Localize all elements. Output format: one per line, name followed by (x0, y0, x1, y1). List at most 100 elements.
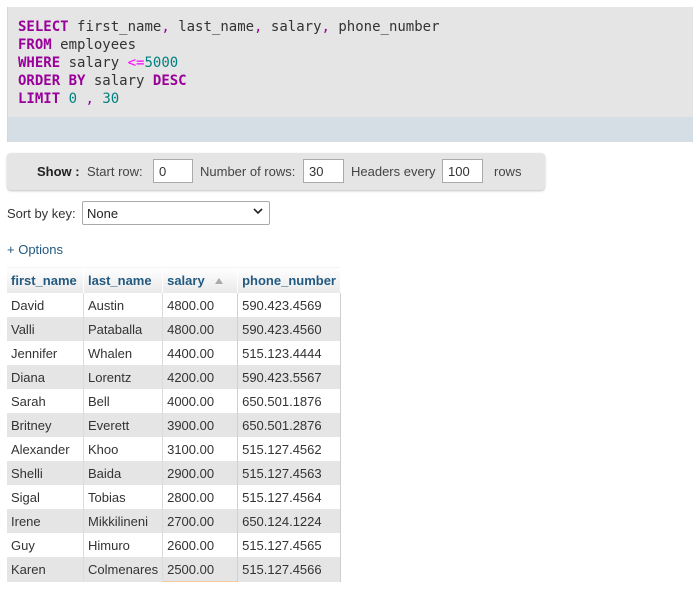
cell-first-name[interactable]: Irene (7, 509, 84, 533)
cell-last-name[interactable]: Pataballa (83, 317, 164, 341)
cell-salary[interactable]: 3900.00 (162, 413, 239, 437)
cell-last-name[interactable]: Tobias (83, 485, 164, 509)
cell-last-name[interactable]: Baida (83, 461, 164, 485)
sql-column: salary (93, 73, 145, 89)
sql-query-panel[interactable]: SELECT first_name, last_name, salary, ph… (7, 7, 693, 142)
cell-salary[interactable]: 2900.00 (162, 461, 239, 485)
cell-salary[interactable]: 4200.00 (162, 365, 239, 389)
sql-keyword: WHERE (18, 55, 61, 71)
cell-phone-number[interactable]: 515.127.4566 (237, 557, 342, 582)
cell-last-name[interactable]: Bell (83, 389, 164, 413)
table-row[interactable]: Irene Mikkilineni 2700.00 650.124.1224 (7, 509, 342, 533)
table-row[interactable]: David Austin 4800.00 590.423.4569 (7, 293, 342, 317)
sql-keyword: FROM (18, 37, 52, 53)
cell-phone-number[interactable]: 650.501.2876 (237, 413, 342, 437)
cell-phone-number[interactable]: 515.127.4563 (237, 461, 342, 485)
column-header-salary[interactable]: salary (162, 264, 239, 293)
number-of-rows-label: Number of rows: (200, 164, 296, 179)
table-row[interactable]: Guy Himuro 2600.00 515.127.4565 (7, 533, 342, 557)
sql-table-name: employees (60, 37, 137, 53)
cell-last-name[interactable]: Everett (83, 413, 164, 437)
cell-phone-number[interactable]: 590.423.4569 (237, 293, 342, 317)
cell-salary[interactable]: 4400.00 (162, 341, 239, 365)
cell-phone-number[interactable]: 515.127.4562 (237, 437, 342, 461)
start-row-input[interactable]: 0 (153, 159, 193, 183)
cell-first-name[interactable]: Karen (7, 557, 84, 582)
number-of-rows-input[interactable]: 30 (303, 159, 344, 183)
cell-last-name[interactable]: Whalen (83, 341, 164, 365)
results-table: first_name last_name salary phone_number… (7, 264, 342, 582)
cell-salary[interactable]: 3100.00 (162, 437, 239, 461)
cell-first-name[interactable]: Britney (7, 413, 84, 437)
sort-by-key-select[interactable]: None (82, 201, 270, 225)
cell-salary[interactable]: 4000.00 (162, 389, 239, 413)
cell-salary[interactable]: 4800.00 (162, 317, 239, 341)
cell-last-name[interactable]: Lorentz (83, 365, 164, 389)
table-row[interactable]: Karen Colmenares 2500.00 515.127.4566 (7, 557, 342, 582)
cell-last-name[interactable]: Austin (83, 293, 164, 317)
table-row[interactable]: Sarah Bell 4000.00 650.501.1876 (7, 389, 342, 413)
column-header-first-name[interactable]: first_name (7, 264, 84, 293)
cell-salary[interactable]: 2600.00 (162, 533, 239, 557)
table-row[interactable]: Sigal Tobias 2800.00 515.127.4564 (7, 485, 342, 509)
cell-first-name[interactable]: Jennifer (7, 341, 84, 365)
sort-by-key-value: None (87, 205, 119, 221)
table-row[interactable]: Valli Pataballa 4800.00 590.423.4560 (7, 317, 342, 341)
sql-keyword: SELECT (18, 19, 69, 35)
cell-first-name[interactable]: Alexander (7, 437, 84, 461)
table-row[interactable]: Diana Lorentz 4200.00 590.423.5567 (7, 365, 342, 389)
table-row[interactable]: Shelli Baida 2900.00 515.127.4563 (7, 461, 342, 485)
sql-number: 5000 (144, 55, 179, 71)
start-row-label: Start row: (87, 164, 143, 179)
sql-line-select: SELECT first_name, last_name, salary, ph… (18, 19, 440, 35)
sql-keyword: ORDER BY (18, 73, 86, 89)
column-header-last-name[interactable]: last_name (83, 264, 164, 293)
cell-phone-number[interactable]: 515.127.4565 (237, 533, 342, 557)
cell-last-name[interactable]: Himuro (83, 533, 164, 557)
sort-ascending-icon (214, 278, 223, 285)
sql-keyword: DESC (152, 73, 187, 89)
cell-phone-number[interactable]: 650.501.1876 (237, 389, 342, 413)
cell-phone-number[interactable]: 650.124.1224 (237, 509, 342, 533)
cell-salary[interactable]: 2500.00 (162, 557, 239, 582)
cell-phone-number[interactable]: 590.423.4560 (237, 317, 342, 341)
sql-query-code: SELECT first_name, last_name, salary, ph… (18, 18, 440, 108)
cell-first-name[interactable]: Sigal (7, 485, 84, 509)
sql-keyword: LIMIT (18, 91, 61, 107)
sql-column: last_name (178, 19, 255, 35)
table-row[interactable]: Britney Everett 3900.00 650.501.2876 (7, 413, 342, 437)
cell-phone-number[interactable]: 590.423.5567 (237, 365, 342, 389)
cell-first-name[interactable]: Shelli (7, 461, 84, 485)
cell-last-name[interactable]: Mikkilineni (83, 509, 164, 533)
column-header-phone-number[interactable]: phone_number (237, 264, 342, 293)
sql-panel-footer (8, 117, 693, 142)
headers-every-input[interactable]: 100 (442, 159, 483, 183)
sql-line-limit: LIMIT 0 , 30 (18, 90, 440, 108)
cell-first-name[interactable]: Guy (7, 533, 84, 557)
cell-salary[interactable]: 4800.00 (162, 293, 239, 317)
cell-salary[interactable]: 2700.00 (162, 509, 239, 533)
cell-last-name[interactable]: Khoo (83, 437, 164, 461)
sort-by-key-label: Sort by key: (7, 206, 76, 221)
sql-column: first_name (77, 19, 162, 35)
sql-line-where: WHERE salary <=5000 (18, 54, 440, 72)
sql-column: salary (270, 19, 322, 35)
table-body: David Austin 4800.00 590.423.4569 Valli Patab… (7, 293, 342, 582)
sql-column: phone_number (338, 19, 440, 35)
cell-first-name[interactable]: David (7, 293, 84, 317)
cell-first-name[interactable]: Valli (7, 317, 84, 341)
sql-line-from: FROM employees (18, 36, 440, 54)
table-row[interactable]: Alexander Khoo 3100.00 515.127.4562 (7, 437, 342, 461)
cell-first-name[interactable]: Diana (7, 365, 84, 389)
show-label: Show : (37, 164, 80, 179)
options-link[interactable]: + Options (7, 242, 63, 257)
sql-number: 0 (68, 91, 78, 107)
table-row[interactable]: Jennifer Whalen 4400.00 515.123.4444 (7, 341, 342, 365)
cell-salary[interactable]: 2800.00 (162, 485, 239, 509)
rows-label: rows (494, 164, 522, 179)
cell-last-name[interactable]: Colmenares (83, 557, 164, 582)
cell-phone-number[interactable]: 515.123.4444 (237, 341, 342, 365)
cell-first-name[interactable]: Sarah (7, 389, 84, 413)
chevron-down-icon (253, 208, 263, 215)
cell-phone-number[interactable]: 515.127.4564 (237, 485, 342, 509)
